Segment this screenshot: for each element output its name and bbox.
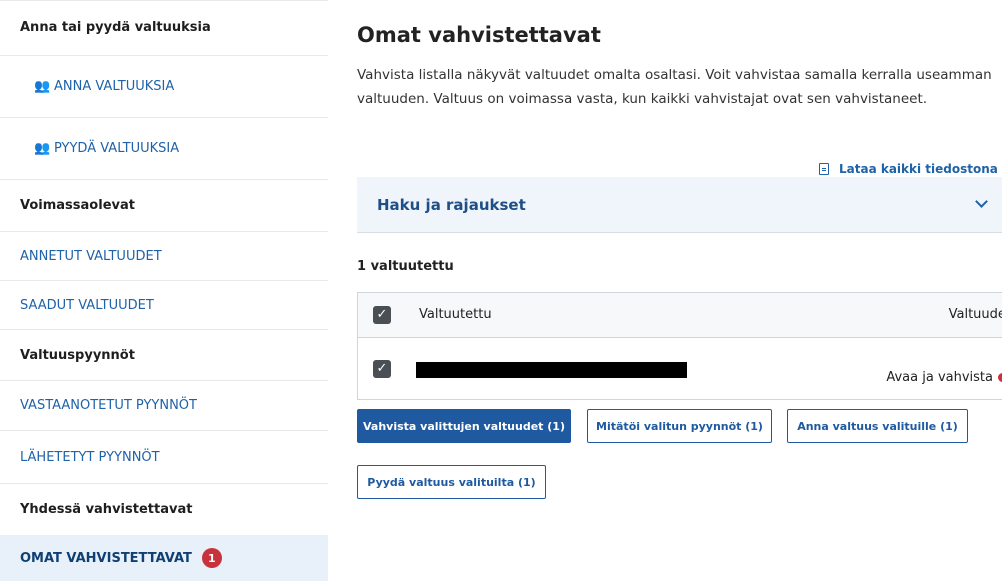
sidebar-item-label: LÄHETETYT PYYNNÖT: [20, 449, 160, 465]
sidebar-item-label: ANNA VALTUUKSIA: [54, 79, 175, 94]
sidebar-item-label: ANNETUT VALTUUDET: [20, 248, 162, 264]
sidebar-heading-label: Yhdessä vahvistettavat: [20, 502, 193, 517]
sidebar-item-vastaanotetut-pyynnot[interactable]: VASTAANOTETUT PYYNNÖT: [0, 381, 328, 431]
sidebar-item-pyyda-valtuuksia[interactable]: 👥 PYYDÄ VALTUUKSIA: [0, 118, 328, 180]
sidebar-heading-label: Anna tai pyydä valtuuksia: [20, 20, 211, 35]
chevron-down-icon: [975, 195, 988, 208]
button-label: Vahvista valittujen valtuudet (1): [363, 419, 565, 433]
description-line-2: valtuuden. Valtuus on voimassa vasta, ku…: [357, 91, 928, 107]
download-csv-link[interactable]: Lataa kaikki tiedostona (CSV): [819, 162, 1002, 176]
sidebar-item-omat-vahvistettavat[interactable]: OMAT VAHVISTETTAVAT 1: [0, 535, 328, 581]
button-label: Mitätöi valitun pyynnöt (1): [596, 419, 763, 433]
document-icon: [819, 163, 829, 175]
open-and-confirm-label: Avaa ja vahvista: [886, 370, 993, 385]
sidebar-item-annetut-valtuudet[interactable]: ANNETUT VALTUUDET: [0, 232, 328, 281]
sidebar-nav: Anna tai pyydä valtuuksia 👥 ANNA VALTUUK…: [0, 0, 328, 581]
sidebar-heading-yhdessa-vahvistettavat: Yhdessä vahvistettavat: [0, 484, 328, 535]
search-filter-accordion[interactable]: Haku ja rajaukset: [357, 177, 1002, 233]
proxies-table: ✓ Valtuutettu Valtuudet ✓ 1 Avaa ja vahv…: [357, 292, 1002, 400]
status-dot-icon: [998, 373, 1002, 382]
sidebar-item-label: PYYDÄ VALTUUKSIA: [54, 141, 180, 156]
sidebar-heading-label: Valtuuspyynnöt: [20, 347, 135, 363]
open-and-confirm-link[interactable]: Avaa ja vahvista: [886, 370, 1002, 385]
column-header-valtuudet: Valtuudet: [948, 307, 1002, 322]
table-header: ✓ Valtuutettu Valtuudet: [358, 293, 1002, 338]
download-csv-label: Lataa kaikki tiedostona (CSV): [839, 162, 1002, 176]
button-label: Pyydä valtuus valituilta (1): [367, 475, 536, 489]
column-header-valtuutettu: Valtuutettu: [419, 307, 492, 322]
sidebar-item-anna-valtuuksia[interactable]: 👥 ANNA VALTUUKSIA: [0, 56, 328, 118]
sidebar-item-saadut-valtuudet[interactable]: SAADUT VALTUUDET: [0, 281, 328, 330]
select-all-checkbox[interactable]: ✓: [373, 306, 391, 324]
button-label: Anna valtuus valituille (1): [797, 419, 958, 433]
grant-authorization-button[interactable]: Anna valtuus valituille (1): [787, 409, 968, 443]
result-count: 1 valtuutettu: [357, 259, 454, 274]
request-authorization-button[interactable]: Pyydä valtuus valituilta (1): [357, 465, 546, 499]
page-title: Omat vahvistettavat: [357, 23, 601, 47]
main-content: Omat vahvistettavat Vahvista listalla nä…: [357, 0, 1002, 581]
row-checkbox[interactable]: ✓: [373, 360, 391, 378]
sidebar-heading-label: Voimassaolevat: [20, 198, 135, 213]
sidebar-heading-give-or-request: Anna tai pyydä valtuuksia: [0, 0, 328, 56]
sidebar-item-label: SAADUT VALTUUDET: [20, 297, 154, 313]
sidebar-heading-voimassaolevat: Voimassaolevat: [0, 180, 328, 232]
notification-badge: 1: [201, 548, 222, 568]
users-icon: 👥: [34, 79, 51, 94]
sidebar-heading-valtuuspyynnot: Valtuuspyynnöt: [0, 330, 328, 381]
users-icon: 👥: [34, 141, 51, 156]
description-line-1: Vahvista listalla näkyvät valtuudet omal…: [357, 67, 992, 83]
page-description: Vahvista listalla näkyvät valtuudet omal…: [357, 63, 1002, 111]
table-row: ✓ 1 Avaa ja vahvista: [358, 338, 1002, 400]
redacted-name: [416, 362, 687, 378]
sidebar-item-lahetetyt-pyynnot[interactable]: LÄHETETYT PYYNNÖT: [0, 431, 328, 484]
sidebar-item-label: OMAT VAHVISTETTAVAT: [20, 550, 192, 566]
confirm-selected-button[interactable]: Vahvista valittujen valtuudet (1): [357, 409, 571, 443]
filter-title: Haku ja rajaukset: [377, 195, 526, 214]
cancel-requests-button[interactable]: Mitätöi valitun pyynnöt (1): [587, 409, 772, 443]
sidebar-item-label: VASTAANOTETUT PYYNNÖT: [20, 398, 197, 413]
